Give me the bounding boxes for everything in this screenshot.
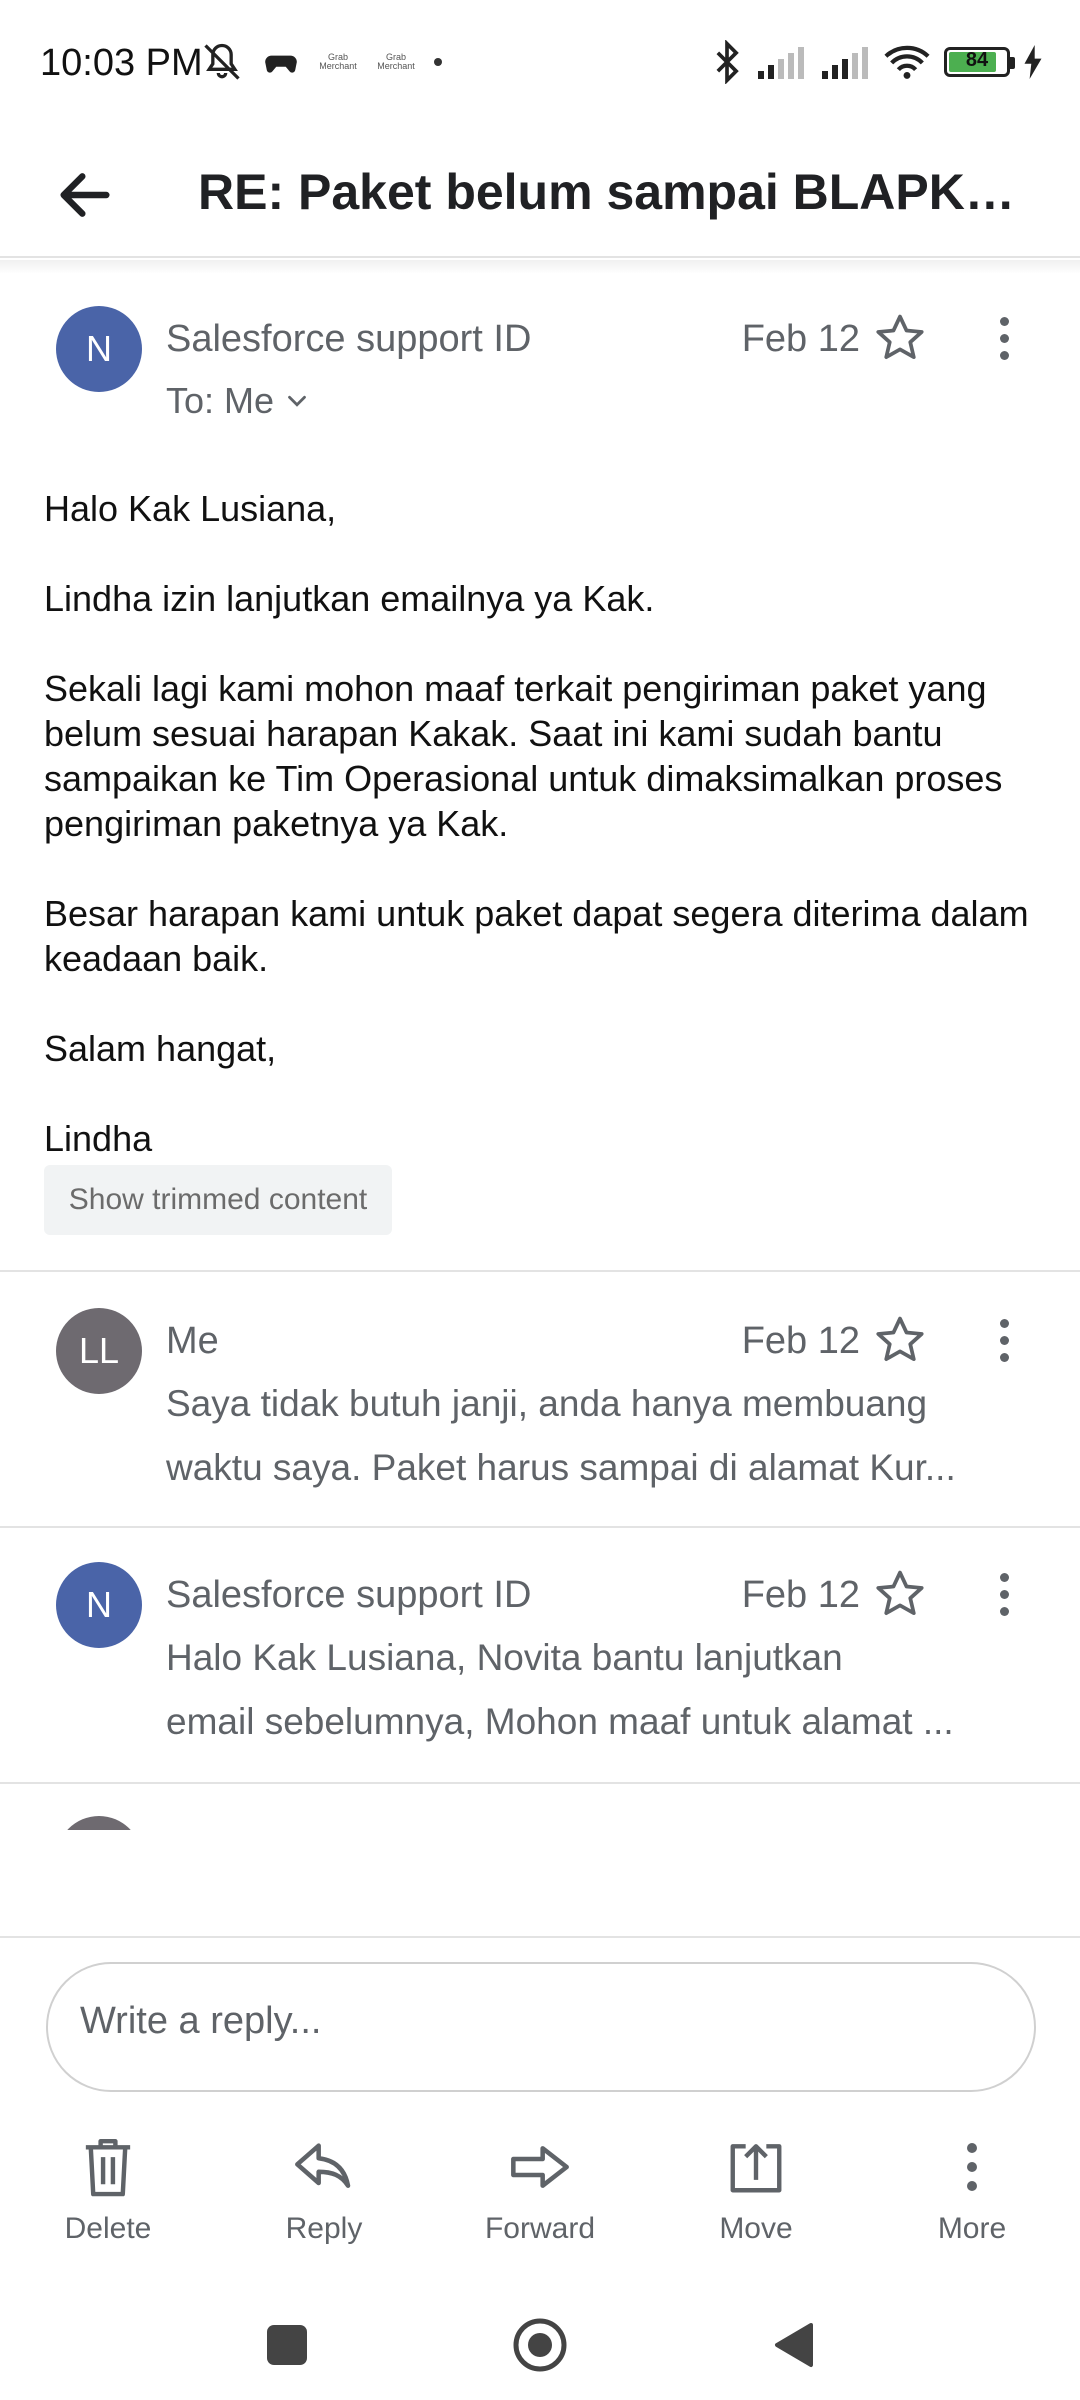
square-icon [267, 2325, 307, 2365]
reply-button[interactable]: Reply [254, 2130, 394, 2260]
star-icon[interactable] [872, 1566, 928, 1622]
sender-name: Salesforce support ID [166, 1574, 532, 1616]
message-date: Feb 12 [741, 318, 860, 360]
forward-button[interactable]: Forward [470, 2130, 610, 2260]
snippet-line: email sebelumnya, Mohon maaf untuk alama… [166, 1701, 954, 1742]
trash-icon [85, 2138, 131, 2197]
bluetooth-icon [716, 40, 739, 84]
message-more-options-icon[interactable] [984, 310, 1024, 366]
reply-input[interactable]: Write a reply... [46, 1962, 1036, 2092]
charging-icon [1024, 45, 1042, 79]
reply-icon [295, 2143, 351, 2188]
recipient-label: To: Me [166, 380, 275, 421]
app-bar: RE: Paket belum sampai BLAPK25... [0, 130, 1080, 258]
reply-label: Reply [285, 2212, 363, 2245]
status-bar: 10:03 PM Grab Merchant Grab Merchant 84 [0, 0, 1080, 130]
reply-placeholder: Write a reply... [80, 2000, 322, 2042]
grab-merchant-icon: Grab Merchant [319, 52, 357, 71]
body-paragraph: Sekali lagi kami mohon maaf terkait peng… [44, 668, 1003, 844]
chevron-down-icon [288, 395, 306, 407]
message-date: Feb 12 [741, 1574, 860, 1616]
home-button[interactable] [505, 2310, 575, 2380]
star-icon[interactable] [872, 1312, 928, 1368]
recents-button[interactable] [252, 2310, 322, 2380]
message-snippet: Halo Kak Lusiana, Novita bantu lanjutkan… [166, 1626, 1026, 1754]
collapsed-message[interactable]: N Salesforce support ID Feb 12 Halo Kak … [0, 1528, 1080, 1782]
sender-name: Salesforce support ID [166, 318, 532, 360]
signal-icon [822, 47, 868, 79]
status-time: 10:03 PM [40, 42, 203, 84]
recipient-details-toggle[interactable]: To: Me [166, 380, 312, 422]
delete-label: Delete [64, 2212, 152, 2245]
arrow-left-icon [60, 173, 110, 217]
back-nav-button[interactable] [758, 2310, 828, 2380]
snippet-line: Halo Kak Lusiana, Novita bantu lanjutkan [166, 1637, 843, 1678]
arrow-right-icon [511, 2146, 569, 2188]
avatar[interactable] [56, 1816, 142, 1830]
divider [0, 1936, 1080, 1938]
show-trimmed-content-button[interactable]: Show trimmed content [44, 1165, 392, 1235]
message-snippet: Saya tidak butuh janji, anda hanya membu… [166, 1372, 1026, 1500]
more-vertical-icon [967, 2143, 977, 2191]
snippet-line: Saya tidak butuh janji, anda hanya membu… [166, 1383, 928, 1424]
star-icon[interactable] [872, 310, 928, 366]
sender-name: Me [166, 1320, 219, 1362]
triangle-back-icon [775, 2323, 813, 2367]
body-paragraph: Halo Kak Lusiana, [44, 488, 337, 529]
expanded-message-header[interactable]: N Salesforce support ID Feb 12 To: Me [0, 300, 1080, 450]
message-body: Halo Kak Lusiana, Lindha izin lanjutkan … [44, 486, 1044, 1161]
collapsed-message[interactable]: LL Me Feb 12 Saya tidak butuh janji, and… [0, 1272, 1080, 1526]
status-system-icons: 84 [712, 40, 1042, 84]
message-more-options-icon[interactable] [984, 1566, 1024, 1622]
avatar[interactable]: N [56, 306, 142, 392]
snippet-line: waktu saya. Paket harus sampai di alamat… [166, 1447, 956, 1488]
back-button[interactable] [40, 150, 130, 240]
app-bar-shadow [0, 260, 1080, 274]
message-more-options-icon[interactable] [984, 1312, 1024, 1368]
message-date: Feb 12 [741, 1320, 860, 1362]
status-notification-icons: Grab Merchant Grab Merchant [200, 40, 442, 84]
move-to-icon [730, 2144, 782, 2193]
avatar[interactable]: LL [56, 1308, 142, 1394]
grab-merchant-icon: Grab Merchant [377, 52, 415, 71]
more-button[interactable]: More [902, 2130, 1042, 2260]
more-notifications-dot-icon [434, 58, 442, 66]
body-paragraph: Lindha [44, 1118, 153, 1159]
action-bar: Delete Reply Forward Move More [0, 2130, 1080, 2260]
system-nav-bar [0, 2290, 1080, 2400]
body-paragraph: Salam hangat, [44, 1028, 277, 1069]
thread-subject-title: RE: Paket belum sampai BLAPK25... [198, 164, 1018, 220]
move-button[interactable]: Move [686, 2130, 826, 2260]
wifi-icon [884, 45, 930, 79]
more-label: More [937, 2212, 1007, 2245]
battery-icon: 84 [944, 47, 1015, 77]
game-controller-icon [265, 55, 297, 73]
home-circle-icon [513, 2318, 567, 2372]
body-paragraph: Besar harapan kami untuk paket dapat seg… [44, 893, 1029, 979]
body-paragraph: Lindha izin lanjutkan emailnya ya Kak. [44, 578, 655, 619]
avatar[interactable]: N [56, 1562, 142, 1648]
delete-button[interactable]: Delete [38, 2130, 178, 2260]
forward-label: Forward [484, 2212, 596, 2245]
battery-level: 84 [965, 49, 989, 71]
mute-icon [204, 43, 240, 80]
signal-icon [758, 47, 804, 79]
divider [0, 1782, 1080, 1784]
move-label: Move [719, 2212, 793, 2245]
